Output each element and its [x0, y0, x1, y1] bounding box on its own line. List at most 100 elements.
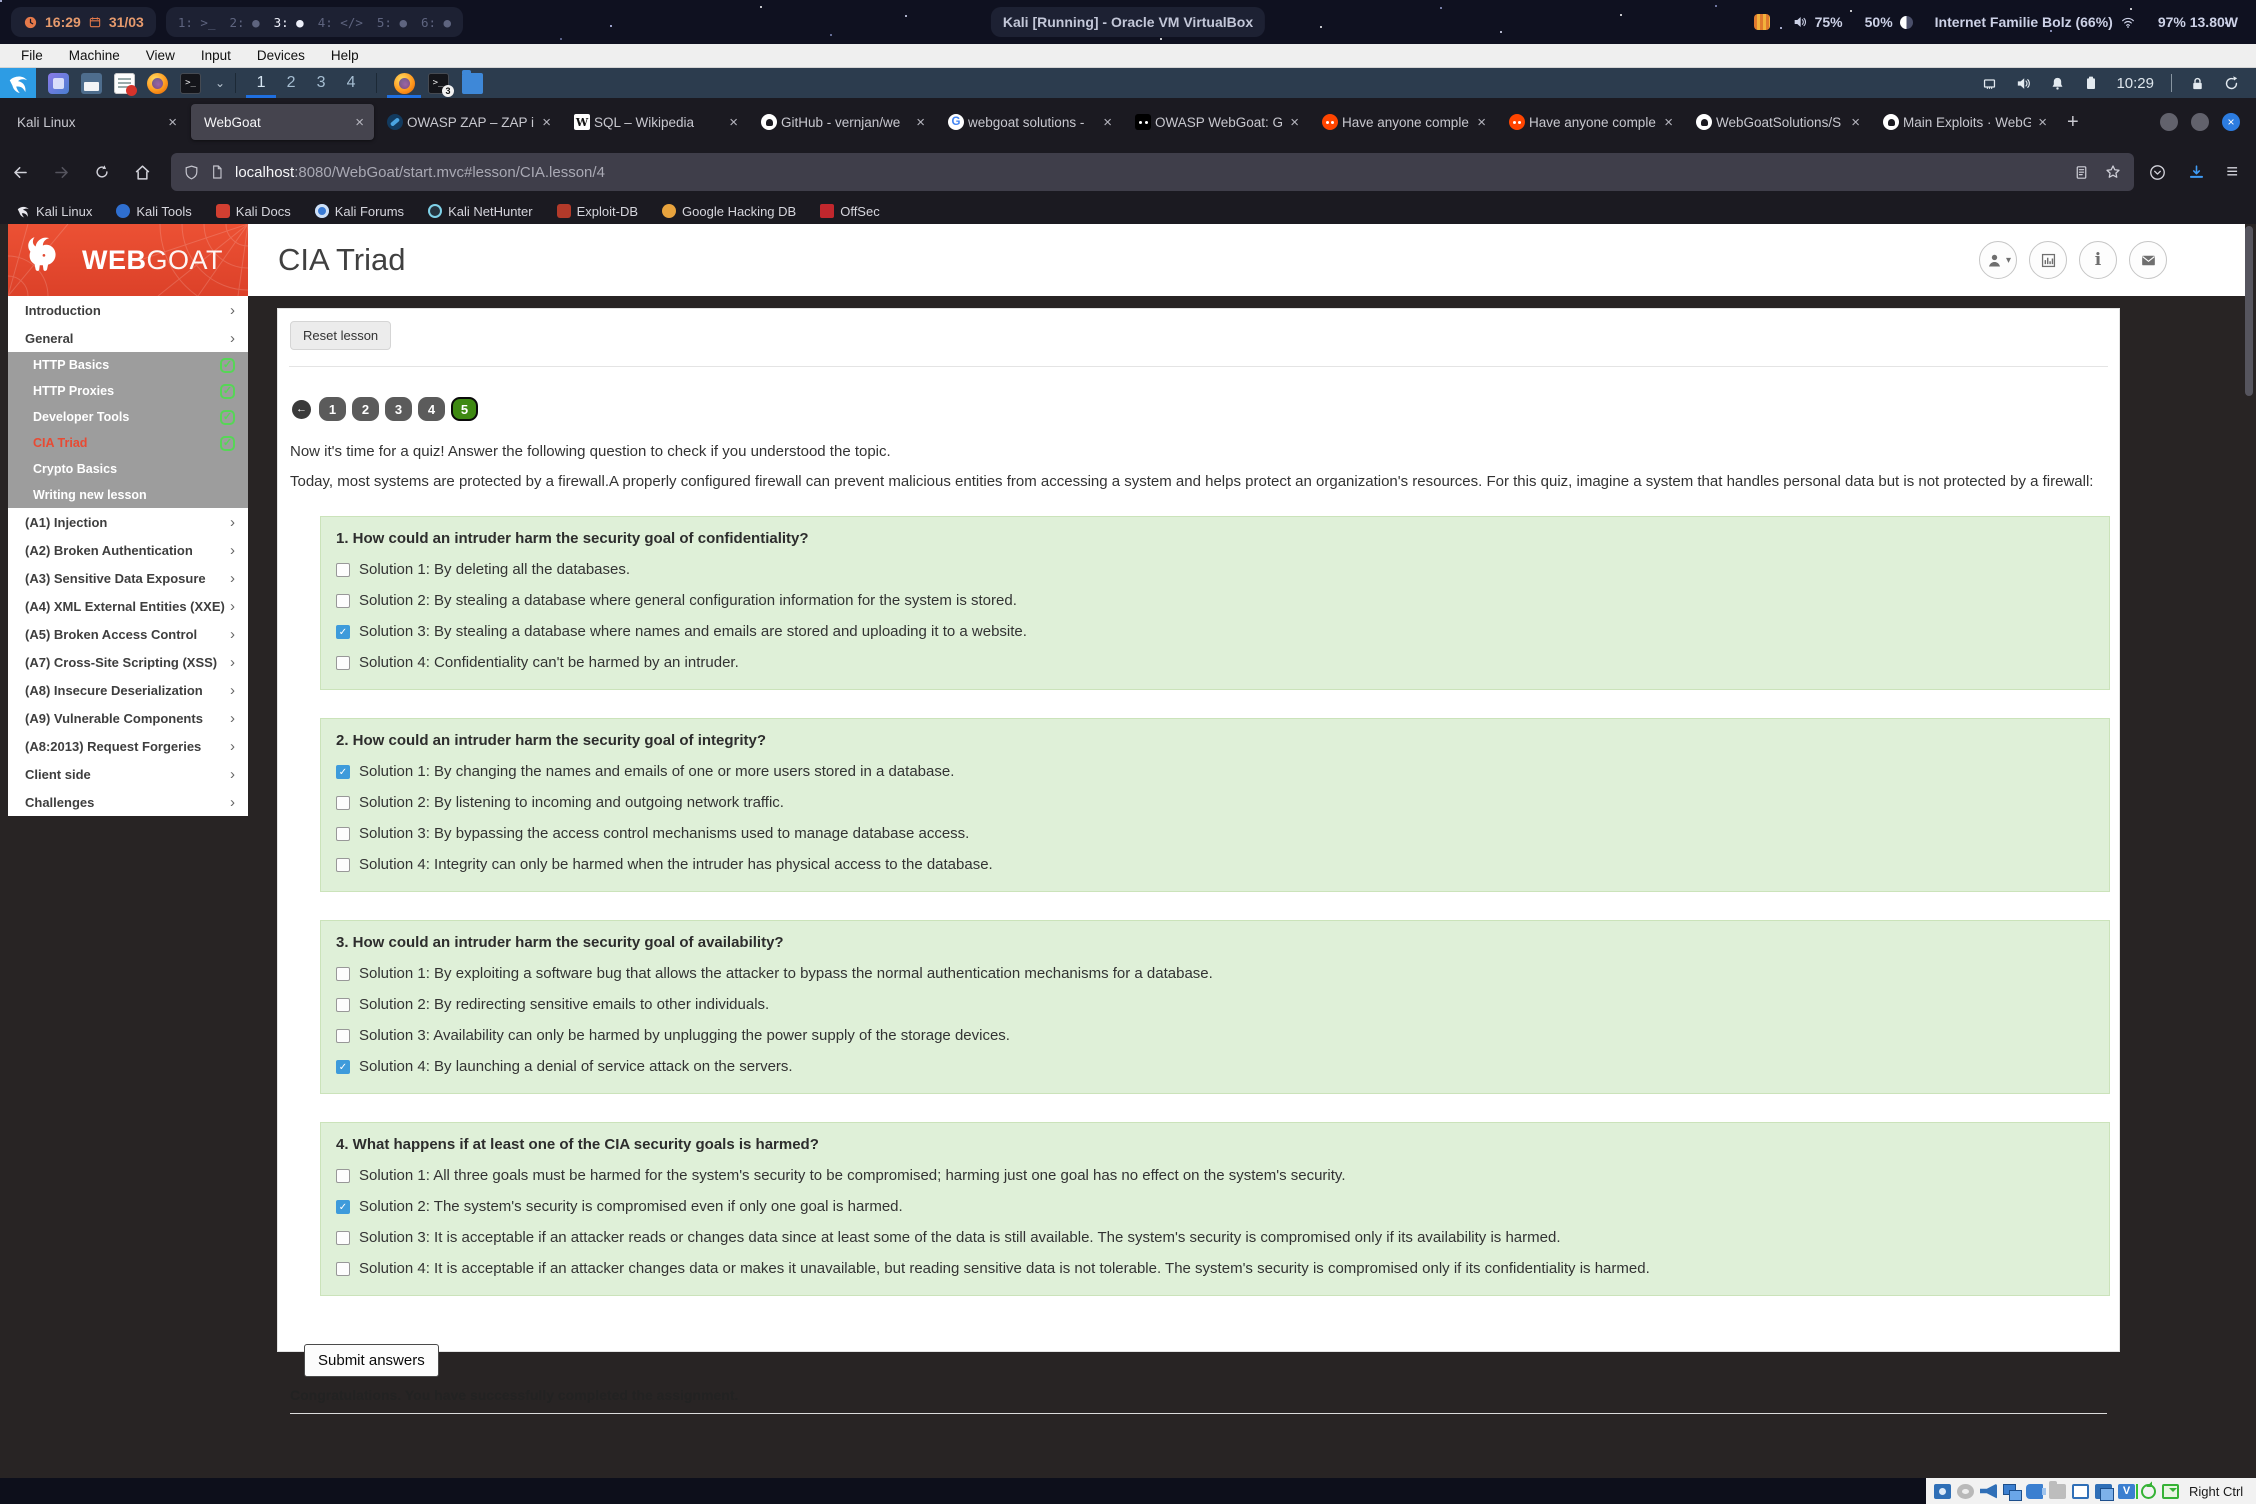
guest-workspace-4[interactable]: 4	[336, 68, 366, 98]
bookmark-exploit-db[interactable]: Exploit-DB	[557, 204, 638, 219]
answer-option[interactable]: Solution 2: The system's security is com…	[336, 1198, 2094, 1215]
pager-page-4[interactable]: 4	[418, 397, 445, 421]
sidebar-item-writing-new-lesson[interactable]: Writing new lesson	[8, 482, 248, 508]
tab-close-icon[interactable]: ×	[726, 114, 741, 131]
vbox-features-icon[interactable]: V	[2118, 1484, 2135, 1499]
sidebar-item-challenges[interactable]: Challenges›	[8, 788, 248, 816]
menu-view[interactable]: View	[133, 48, 188, 63]
bookmark-google-hacking-db[interactable]: Google Hacking DB	[662, 204, 796, 219]
clipboard-icon[interactable]	[2083, 75, 2099, 91]
bookmark-kali-tools[interactable]: Kali Tools	[116, 204, 191, 219]
vbox-display-icon[interactable]	[2072, 1484, 2089, 1499]
workspace-4[interactable]: 4: </>	[318, 15, 363, 30]
guest-workspace-2[interactable]: 2	[276, 68, 306, 98]
vm-window-title[interactable]: Kali [Running] - Oracle VM VirtualBox	[991, 7, 1265, 37]
sidebar-item-a2-broken-auth[interactable]: (A2) Broken Authentication›	[8, 536, 248, 564]
sidebar-item-a9-vulnerable-components[interactable]: (A9) Vulnerable Components›	[8, 704, 248, 732]
checkbox[interactable]	[336, 1169, 350, 1183]
tab-github-2[interactable]: WebGoatSolutions/S ×	[1687, 104, 1870, 140]
bookmark-star-icon[interactable]	[2104, 163, 2122, 181]
checkbox[interactable]	[336, 594, 350, 608]
account-menu-button[interactable]: ▾	[1979, 241, 2017, 279]
tab-google-search[interactable]: G webgoat solutions - ×	[939, 104, 1122, 140]
sidebar-item-http-proxies[interactable]: HTTP Proxies✓	[8, 378, 248, 404]
pager-page-2[interactable]: 2	[352, 397, 379, 421]
tray-app-icon[interactable]	[1754, 14, 1770, 30]
sidebar-item-a1-injection[interactable]: (A1) Injection›	[8, 508, 248, 536]
url-bar[interactable]: localhost:8080/WebGoat/start.mvc#lesson/…	[171, 153, 2134, 191]
answer-option[interactable]: Solution 4: Integrity can only be harmed…	[336, 856, 2094, 873]
menu-input[interactable]: Input	[188, 48, 244, 63]
workspace-6[interactable]: 6: ●	[421, 15, 451, 30]
answer-option[interactable]: Solution 1: All three goals must be harm…	[336, 1167, 2094, 1184]
workspace-2[interactable]: 2: ●	[230, 15, 260, 30]
pager-page-5[interactable]: 5	[451, 397, 478, 421]
checkbox[interactable]	[336, 967, 350, 981]
tab-close-icon[interactable]: ×	[1100, 114, 1115, 131]
bookmark-kali-linux[interactable]: Kali Linux	[16, 204, 92, 219]
sidebar-item-a5-access-control[interactable]: (A5) Broken Access Control›	[8, 620, 248, 648]
answer-option[interactable]: Solution 1: By exploiting a software bug…	[336, 965, 2094, 982]
answer-option[interactable]: Solution 2: By listening to incoming and…	[336, 794, 2094, 811]
sidebar-item-http-basics[interactable]: HTTP Basics✓	[8, 352, 248, 378]
logout-icon[interactable]	[2223, 75, 2240, 92]
checkbox[interactable]	[336, 1231, 350, 1245]
checkbox[interactable]	[336, 827, 350, 841]
battery-indicator[interactable]: 97% 13.80W	[2158, 14, 2238, 30]
answer-option[interactable]: Solution 3: It is acceptable if an attac…	[336, 1229, 2094, 1246]
network-indicator[interactable]: Internet Familie Bolz (66%)	[1935, 14, 2136, 30]
pocket-icon[interactable]	[2148, 163, 2167, 182]
sidebar-item-a8-2013-request-forgeries[interactable]: (A8:2013) Request Forgeries›	[8, 732, 248, 760]
sidebar-item-a4-xxe[interactable]: (A4) XML External Entities (XXE)›	[8, 592, 248, 620]
sidebar-item-introduction[interactable]: Introduction›	[8, 296, 248, 324]
lock-screen-icon[interactable]	[2189, 75, 2206, 92]
reset-lesson-button[interactable]: Reset lesson	[290, 321, 391, 350]
guest-clock[interactable]: 10:29	[2116, 75, 2154, 92]
host-workspace-switcher[interactable]: 1: >_ 2: ● 3: ● 4: </> 5: ● 6: ●	[166, 7, 463, 37]
answer-option[interactable]: Solution 2: By stealing a database where…	[336, 592, 2094, 609]
tab-kali-linux[interactable]: Kali Linux ×	[4, 104, 187, 140]
vbox-harddisk-icon[interactable]	[1934, 1484, 1951, 1499]
vbox-recording-icon[interactable]	[2095, 1484, 2112, 1499]
report-card-button[interactable]	[2029, 241, 2067, 279]
menu-file[interactable]: File	[8, 48, 56, 63]
bookmark-kali-docs[interactable]: Kali Docs	[216, 204, 291, 219]
volume-indicator[interactable]: 75%	[1792, 14, 1843, 30]
answer-option[interactable]: Solution 3: Availability can only be har…	[336, 1027, 2094, 1044]
hamburger-menu-icon[interactable]: ≡	[2226, 161, 2238, 184]
checkbox[interactable]	[336, 625, 350, 639]
reader-mode-icon[interactable]	[2073, 164, 2090, 181]
tab-close-icon[interactable]: ×	[539, 114, 554, 131]
back-button[interactable]	[11, 163, 30, 182]
tab-webgoat[interactable]: WebGoat ×	[191, 104, 374, 140]
home-button[interactable]	[133, 163, 152, 182]
tab-close-icon[interactable]: ×	[1848, 114, 1863, 131]
answer-option[interactable]: Solution 4: It is acceptable if an attac…	[336, 1260, 2094, 1277]
tab-owasp-webgoat[interactable]: OWASP WebGoat: G ×	[1126, 104, 1309, 140]
settings-launcher-icon[interactable]	[48, 73, 69, 94]
guest-speaker-icon[interactable]	[2015, 75, 2032, 92]
pager-page-3[interactable]: 3	[385, 397, 412, 421]
tab-close-icon[interactable]: ×	[352, 114, 367, 131]
vbox-network-icon[interactable]	[2003, 1484, 2020, 1499]
answer-option[interactable]: Solution 1: By deleting all the database…	[336, 561, 2094, 578]
checkbox[interactable]	[336, 796, 350, 810]
menu-machine[interactable]: Machine	[56, 48, 133, 63]
vbox-audio-icon[interactable]	[1980, 1484, 1997, 1499]
reload-button[interactable]	[93, 163, 111, 181]
vbox-shared-folders-icon[interactable]	[2049, 1484, 2066, 1499]
answer-option[interactable]: Solution 3: By bypassing the access cont…	[336, 825, 2094, 842]
sidebar-item-a3-sensitive-data[interactable]: (A3) Sensitive Data Exposure›	[8, 564, 248, 592]
answer-option[interactable]: Solution 3: By stealing a database where…	[336, 623, 2094, 640]
answer-option[interactable]: Solution 4: Confidentiality can't be har…	[336, 654, 2094, 671]
scrollbar-thumb[interactable]	[2245, 226, 2253, 396]
notification-bell-icon[interactable]	[2049, 75, 2066, 92]
sidebar-item-developer-tools[interactable]: Developer Tools✓	[8, 404, 248, 430]
launcher-dropdown-caret-icon[interactable]: ⌄	[215, 76, 225, 90]
vbox-keyboard-capture-icon[interactable]	[2162, 1484, 2179, 1499]
vbox-mouse-integration-icon[interactable]	[2141, 1484, 2156, 1499]
terminal-launcher-icon[interactable]: >_	[180, 73, 201, 94]
tab-close-icon[interactable]: ×	[2035, 114, 2050, 131]
network-port-icon[interactable]	[1981, 75, 1998, 92]
window-minimize-button[interactable]	[2160, 113, 2178, 131]
